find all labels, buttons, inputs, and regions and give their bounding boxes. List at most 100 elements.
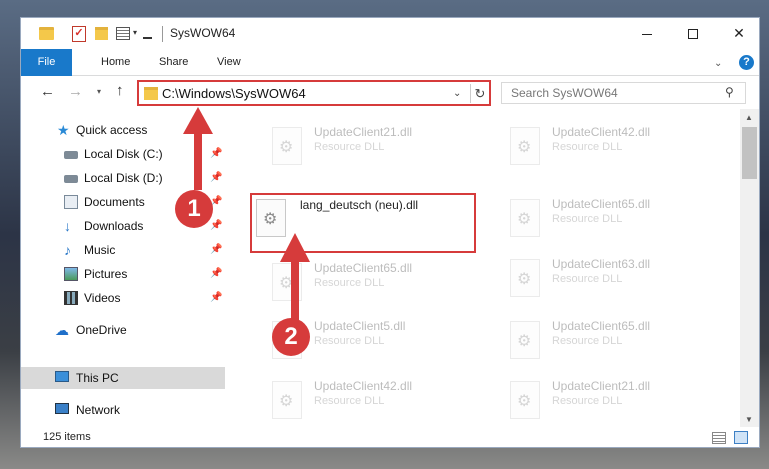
gear-icon: ⚙: [517, 211, 532, 228]
sidebar-item-videos[interactable]: Videos 📌: [21, 287, 225, 309]
pin-icon[interactable]: 📌: [210, 239, 222, 261]
new-folder-icon[interactable]: [95, 27, 108, 40]
recent-locations-icon[interactable]: ▾: [97, 87, 101, 96]
dll-file-icon: ⚙: [510, 321, 540, 359]
scroll-up-icon[interactable]: ▲: [745, 113, 753, 122]
file-item[interactable]: ⚙ UpdateClient65.dll Resource DLL: [502, 193, 732, 248]
address-bar[interactable]: C:\Windows\SysWOW64 ⌄ ↻: [137, 80, 491, 106]
maximize-button[interactable]: [670, 18, 716, 49]
close-button[interactable]: ✕: [716, 18, 759, 49]
sidebar-item-label: Local Disk (D:): [84, 171, 163, 185]
large-icons-view-icon[interactable]: [734, 431, 748, 444]
title-divider: [162, 26, 163, 42]
tab-view[interactable]: View: [217, 49, 241, 76]
vertical-scrollbar[interactable]: ▲ ▼: [740, 109, 759, 429]
dll-file-icon: ⚙: [256, 199, 286, 237]
dll-file-icon: ⚙: [510, 199, 540, 237]
up-arrow-icon[interactable]: ↑: [116, 82, 124, 99]
file-type: Resource DLL: [552, 335, 623, 347]
pin-icon[interactable]: 📌: [210, 263, 222, 285]
file-type: Resource DLL: [314, 335, 385, 347]
pin-icon[interactable]: 📌: [210, 167, 222, 189]
properties-check-icon[interactable]: ✓: [72, 26, 86, 42]
file-item[interactable]: ⚙ UpdateClient21.dll Resource DLL: [264, 121, 494, 176]
explorer-window: ✓ ▾ SysWOW64 ✕ File Home Share View ⌄ ? …: [20, 17, 760, 448]
maximize-icon: [688, 29, 698, 40]
search-placeholder: Search SysWOW64: [511, 86, 618, 100]
computer-icon: [55, 371, 69, 382]
navigation-pane: ★ Quick access Local Disk (C:) 📌 Local D…: [21, 109, 225, 429]
gear-icon: ⚙: [263, 211, 278, 228]
file-item[interactable]: ⚙ UpdateClient63.dll Resource DLL: [502, 253, 732, 308]
sidebar-item-pictures[interactable]: Pictures 📌: [21, 263, 225, 285]
file-item-highlighted[interactable]: ⚙ lang_deutsch (neu).dll: [250, 193, 476, 253]
sidebar-item-label: Videos: [84, 291, 121, 305]
tab-file[interactable]: File: [21, 49, 72, 76]
sidebar-item-local-disk-d[interactable]: Local Disk (D:) 📌: [21, 167, 225, 189]
expand-ribbon-icon[interactable]: ⌄: [714, 58, 722, 69]
dll-file-icon: ⚙: [510, 127, 540, 165]
step-1-marker: 1: [175, 190, 213, 228]
file-type: Resource DLL: [314, 277, 385, 289]
sidebar-item-label: Documents: [84, 195, 145, 209]
refresh-icon[interactable]: ↻: [470, 84, 489, 103]
sidebar-item-music[interactable]: ♪ Music 📌: [21, 239, 225, 261]
close-icon: ✕: [733, 25, 745, 41]
videos-icon: [64, 291, 78, 305]
navigation-bar: ← → ▾ ↑ C:\Windows\SysWOW64 ⌄ ↻ Search S…: [21, 76, 759, 109]
title-bar: ✓ ▾ SysWOW64 ✕: [21, 18, 759, 49]
minimize-button[interactable]: [624, 18, 670, 49]
minimize-icon: [642, 33, 652, 35]
file-item[interactable]: ⚙ UpdateClient65.dll Resource DLL: [264, 257, 494, 312]
forward-arrow-icon[interactable]: →: [68, 83, 83, 100]
address-path[interactable]: C:\Windows\SysWOW64: [162, 86, 306, 101]
search-icon[interactable]: ⚲: [725, 85, 734, 99]
pin-icon[interactable]: 📌: [210, 287, 222, 309]
item-count: 125 items: [43, 431, 91, 443]
sidebar-item-onedrive[interactable]: ☁ OneDrive: [21, 319, 225, 341]
tab-share[interactable]: Share: [159, 49, 188, 76]
ribbon-tabs: File Home Share View ⌄ ?: [21, 49, 759, 76]
file-item[interactable]: ⚙ UpdateClient65.dll Resource DLL: [502, 315, 732, 370]
view-properties-icon[interactable]: [116, 27, 130, 40]
cloud-icon: ☁: [55, 322, 69, 338]
dll-file-icon: ⚙: [272, 263, 302, 301]
back-arrow-icon[interactable]: ←: [40, 83, 55, 100]
sidebar-item-label: Pictures: [84, 267, 128, 281]
address-dropdown-icon[interactable]: ⌄: [453, 88, 461, 99]
sidebar-item-quick-access[interactable]: ★ Quick access: [21, 119, 225, 141]
scroll-down-icon[interactable]: ▼: [745, 415, 753, 424]
folder-icon: [144, 87, 158, 100]
gear-icon: ⚙: [517, 139, 532, 156]
search-input[interactable]: Search SysWOW64 ⚲: [501, 82, 746, 104]
sidebar-item-label: Local Disk (C:): [84, 147, 163, 161]
sidebar-item-local-disk-c[interactable]: Local Disk (C:) 📌: [21, 143, 225, 165]
file-name: UpdateClient21.dll: [314, 125, 413, 139]
dll-file-icon: ⚙: [272, 127, 302, 165]
pin-icon[interactable]: 📌: [210, 215, 222, 237]
status-bar: 125 items: [21, 427, 759, 447]
disk-icon: [64, 151, 78, 159]
scroll-thumb[interactable]: [742, 127, 757, 179]
tab-home[interactable]: Home: [101, 49, 130, 76]
details-view-icon[interactable]: [712, 432, 726, 444]
sidebar-item-label: Quick access: [76, 123, 148, 137]
pin-icon[interactable]: 📌: [210, 143, 222, 165]
file-item[interactable]: ⚙ UpdateClient21.dll Resource DLL: [502, 375, 732, 429]
music-icon: ♪: [64, 242, 71, 258]
file-type: Resource DLL: [552, 273, 623, 285]
dll-file-icon: ⚙: [272, 381, 302, 419]
sidebar-item-this-pc[interactable]: This PC: [21, 367, 225, 389]
customize-toolbar-icon[interactable]: [143, 30, 152, 39]
sidebar-item-network[interactable]: Network: [21, 399, 225, 421]
file-item[interactable]: ⚙ UpdateClient42.dll Resource DLL: [502, 121, 732, 176]
gear-icon: ⚙: [279, 139, 294, 156]
file-name: UpdateClient65.dll: [314, 261, 413, 275]
folder-icon[interactable]: [39, 27, 54, 40]
sidebar-item-label: Network: [76, 403, 121, 417]
file-name: UpdateClient42.dll: [314, 379, 413, 393]
help-icon[interactable]: ?: [739, 55, 754, 70]
file-item[interactable]: ⚙ UpdateClient42.dll Resource DLL: [264, 375, 494, 429]
file-type: Resource DLL: [314, 141, 385, 153]
quick-access-dropdown-icon[interactable]: ▾: [133, 28, 137, 46]
